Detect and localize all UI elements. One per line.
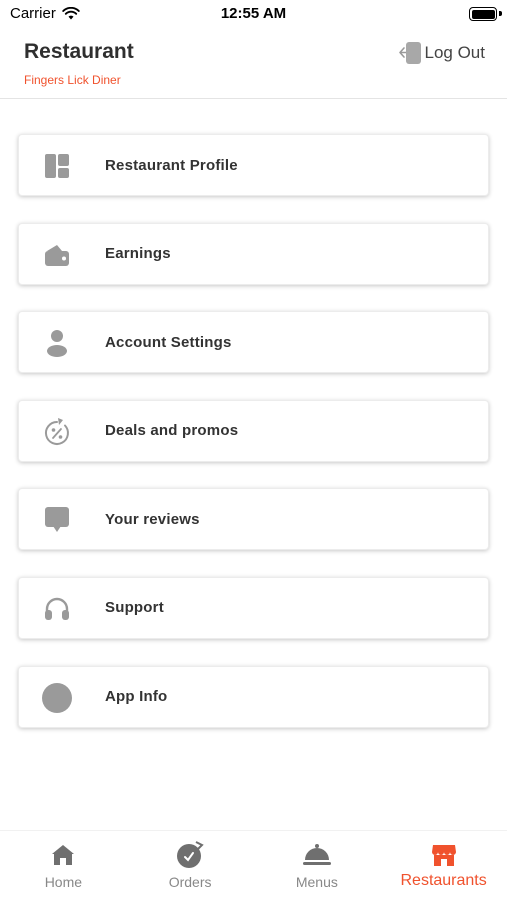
tab-menus[interactable]: Menus — [254, 831, 381, 900]
chat-bubble-icon — [41, 505, 73, 535]
menu-item-label: Account Settings — [105, 333, 232, 351]
menu-item-label: Support — [105, 599, 164, 617]
menu-item-support[interactable]: Support — [18, 576, 489, 639]
tab-label: Restaurants — [400, 872, 487, 889]
orders-icon — [127, 841, 254, 869]
home-icon — [0, 841, 127, 869]
menu-item-app-info[interactable]: App Info — [18, 665, 489, 728]
clock: 12:55 AM — [220, 5, 287, 22]
bottom-tab-bar: Home Orders Menus Restaurants — [0, 830, 507, 900]
menu-item-label: Deals and promos — [105, 422, 239, 440]
screen: Carrier 12:55 AM Restaurant Fingers Lick… — [0, 0, 507, 900]
store-icon — [380, 841, 507, 869]
menu-item-label: Earnings — [105, 245, 171, 263]
cloche-icon — [254, 841, 381, 869]
battery-tip — [499, 11, 502, 16]
menu-item-earnings[interactable]: Earnings — [18, 222, 489, 285]
settings-menu: Restaurant Profile Earnings Account Sett… — [18, 134, 489, 754]
tab-label: Home — [44, 874, 83, 890]
wallet-icon — [41, 240, 73, 270]
battery-icon — [469, 7, 497, 21]
logout-icon — [398, 42, 421, 64]
menu-item-restaurant-profile[interactable]: Restaurant Profile — [18, 134, 489, 196]
info-circle-icon — [41, 682, 73, 713]
headphones-icon — [41, 594, 73, 624]
page-header: Restaurant Fingers Lick Diner Log Out — [0, 30, 507, 99]
tab-restaurants[interactable]: Restaurants — [380, 831, 507, 900]
menu-item-label: Restaurant Profile — [105, 156, 238, 174]
page-title: Restaurant — [24, 40, 134, 63]
tab-home[interactable]: Home — [0, 831, 127, 900]
menu-item-your-reviews[interactable]: Your reviews — [18, 488, 489, 551]
logout-label: Log Out — [424, 43, 486, 62]
status-bar: Carrier 12:55 AM — [0, 0, 507, 30]
tab-label: Orders — [168, 874, 212, 890]
menu-item-label: Your reviews — [105, 510, 200, 528]
tab-orders[interactable]: Orders — [127, 831, 254, 900]
restaurant-name: Fingers Lick Diner — [24, 73, 121, 87]
discount-icon — [41, 417, 73, 447]
menu-item-deals-and-promos[interactable]: Deals and promos — [18, 399, 489, 462]
tab-label: Menus — [295, 874, 338, 890]
person-icon — [41, 328, 73, 358]
dashboard-icon — [41, 151, 73, 181]
menu-item-account-settings[interactable]: Account Settings — [18, 311, 489, 374]
logout-button[interactable]: Log Out — [397, 40, 486, 66]
menu-item-label: App Info — [105, 688, 168, 706]
